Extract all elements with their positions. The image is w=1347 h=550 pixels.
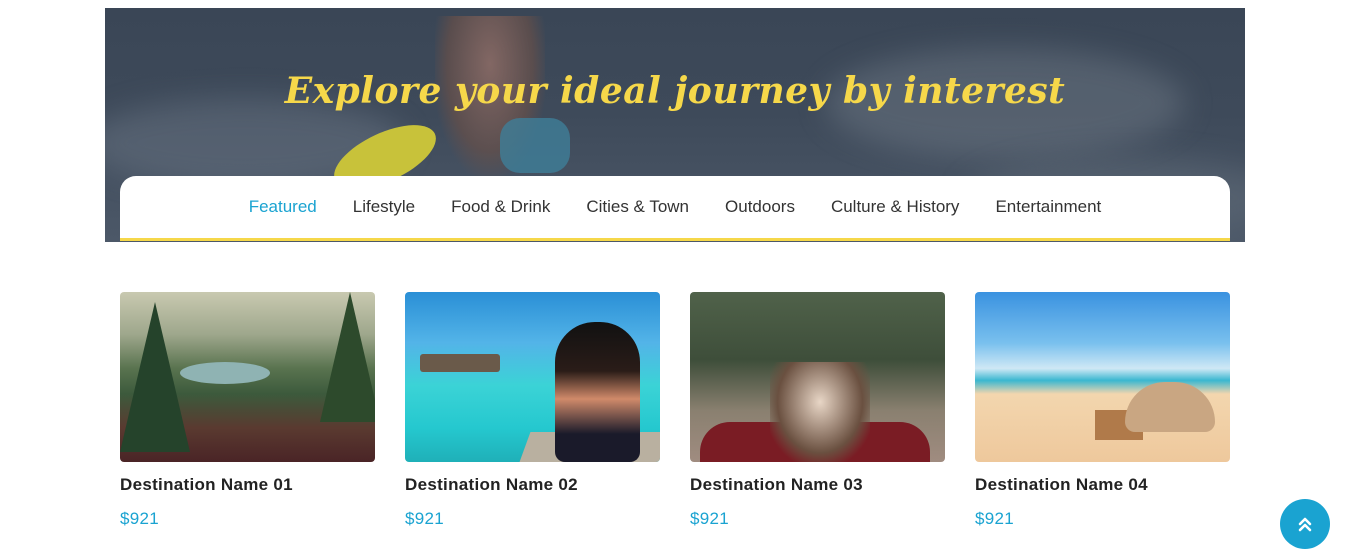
destination-price: $921 (975, 509, 1015, 528)
tree-graphic (120, 302, 190, 452)
destination-card[interactable]: Destination Name 01 $921 (120, 292, 375, 529)
double-chevron-up-icon (1298, 517, 1312, 532)
woman-graphic (555, 322, 640, 462)
destination-image[interactable] (120, 292, 375, 462)
destination-name[interactable]: Destination Name 01 (120, 475, 375, 495)
surfer-shorts-graphic (500, 118, 570, 173)
tab-culture-history[interactable]: Culture & History (831, 197, 959, 217)
destination-cards: Destination Name 01 $921 Destination Nam… (120, 292, 1230, 542)
scroll-to-top-button[interactable] (1280, 499, 1330, 549)
destination-name[interactable]: Destination Name 04 (975, 475, 1230, 495)
tab-food-drink[interactable]: Food & Drink (451, 197, 550, 217)
destination-name[interactable]: Destination Name 02 (405, 475, 660, 495)
water-bungalow-graphic (420, 354, 500, 372)
destination-price: $921 (120, 509, 160, 528)
destination-price: $921 (690, 509, 730, 528)
destination-name[interactable]: Destination Name 03 (690, 475, 945, 495)
destination-card[interactable]: Destination Name 03 $921 (690, 292, 945, 529)
interest-tabs: Featured Lifestyle Food & Drink Cities &… (120, 176, 1230, 241)
tab-entertainment[interactable]: Entertainment (995, 197, 1101, 217)
destination-card[interactable]: Destination Name 04 $921 (975, 292, 1230, 529)
people-graphic (770, 362, 870, 462)
tab-lifestyle[interactable]: Lifestyle (353, 197, 415, 217)
tab-featured[interactable]: Featured (249, 197, 317, 217)
lake-graphic (180, 362, 270, 384)
tab-outdoors[interactable]: Outdoors (725, 197, 795, 217)
destination-card[interactable]: Destination Name 02 $921 (405, 292, 660, 529)
destination-image[interactable] (405, 292, 660, 462)
tree-graphic (320, 292, 375, 422)
beach-chair-graphic (1125, 382, 1215, 432)
destination-image[interactable] (690, 292, 945, 462)
hero-title: Explore your ideal journey by interest (284, 70, 1066, 112)
destination-image[interactable] (975, 292, 1230, 462)
destination-price: $921 (405, 509, 445, 528)
tab-cities-town[interactable]: Cities & Town (586, 197, 689, 217)
